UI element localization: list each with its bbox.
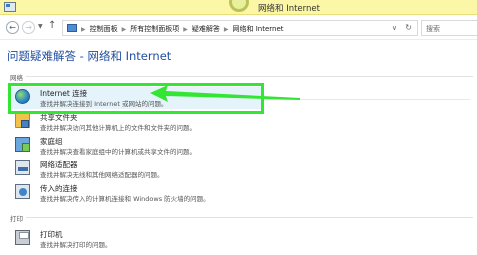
breadcrumb-item-all-control-panel-items[interactable]: 所有控制面板项 (130, 24, 179, 34)
up-arrow-icon[interactable]: ↑ (48, 20, 56, 31)
globe-icon (229, 0, 249, 12)
divider (26, 217, 473, 218)
navigation-bar: ← → ▼ ↑ ▶ 控制面板 ▶ 所有控制面板项 ▶ 疑难解答 ▶ 网络和 In… (0, 16, 477, 40)
incoming-connections-icon (15, 184, 30, 199)
printer-icon (15, 230, 30, 245)
globe-icon (15, 89, 30, 104)
homegroup-icon (15, 137, 30, 152)
chevron-right-icon[interactable]: ▶ (183, 26, 188, 33)
breadcrumb-item-network-internet[interactable]: 网络和 Internet (233, 24, 284, 34)
chevron-right-icon[interactable]: ▶ (224, 26, 229, 33)
item-description: 查找并解决查看家庭组中的计算机或共享文件的问题。 (40, 148, 196, 156)
list-item-shared-folders[interactable]: 共享文件夹 查找并解决访问其他计算机上的文件和文件夹的问题。 (12, 111, 262, 133)
back-icon[interactable]: ← (6, 21, 19, 34)
control-panel-icon (67, 24, 77, 32)
window-title: 网络和 Internet (258, 4, 320, 14)
refresh-icon[interactable]: ↻ (405, 23, 412, 32)
breadcrumb: ▶ 控制面板 ▶ 所有控制面板项 ▶ 疑难解答 ▶ 网络和 Internet (81, 24, 284, 34)
address-bar[interactable]: ▶ 控制面板 ▶ 所有控制面板项 ▶ 疑难解答 ▶ 网络和 Internet ∨… (62, 20, 418, 36)
group-label-network: 网络 (10, 74, 23, 82)
breadcrumb-item-control-panel[interactable]: 控制面板 (90, 24, 118, 34)
item-description: 查找并解决无线和其他网络适配器的问题。 (40, 171, 164, 179)
window-icon[interactable] (4, 2, 16, 12)
shared-folder-icon (15, 113, 30, 128)
page-title: 问题疑难解答 - 网络和 Internet (7, 49, 172, 63)
forward-icon[interactable]: → (22, 21, 35, 34)
chevron-down-icon[interactable]: ∨ (392, 24, 397, 32)
breadcrumb-item-troubleshooting[interactable]: 疑难解答 (192, 24, 220, 34)
list-item-internet-connection[interactable]: Internet 连接 查找并解决连接到 Internet 或网站的问题。 (12, 87, 262, 109)
group-label-printing: 打印 (10, 215, 23, 223)
search-input[interactable]: 搜索 (421, 20, 477, 36)
list-item-incoming-connections[interactable]: 传入的连接 查找并解决传入的计算机连接和 Windows 防火墙的问题。 (12, 182, 262, 204)
chevron-right-icon[interactable]: ▶ (81, 26, 86, 33)
item-description: 查找并解决传入的计算机连接和 Windows 防火墙的问题。 (40, 195, 210, 203)
title-bar: 网络和 Internet (0, 0, 477, 15)
search-placeholder: 搜索 (426, 25, 440, 33)
list-item-homegroup[interactable]: 家庭组 查找并解决查看家庭组中的计算机或共享文件的问题。 (12, 135, 262, 157)
item-description: 查找并解决访问其他计算机上的文件和文件夹的问题。 (40, 124, 196, 132)
item-description: 查找并解决打印的问题。 (40, 241, 112, 249)
recent-locations-icon[interactable]: ▼ (38, 23, 43, 30)
item-description: 查找并解决连接到 Internet 或网站的问题。 (40, 100, 168, 108)
network-adapter-icon (15, 160, 30, 175)
list-item-network-adapter[interactable]: 网络适配器 查找并解决无线和其他网络适配器的问题。 (12, 158, 262, 180)
divider (26, 76, 473, 77)
chevron-right-icon[interactable]: ▶ (122, 26, 127, 33)
list-item-printer[interactable]: 打印机 查找并解决打印的问题。 (12, 228, 262, 250)
divider (262, 99, 470, 100)
